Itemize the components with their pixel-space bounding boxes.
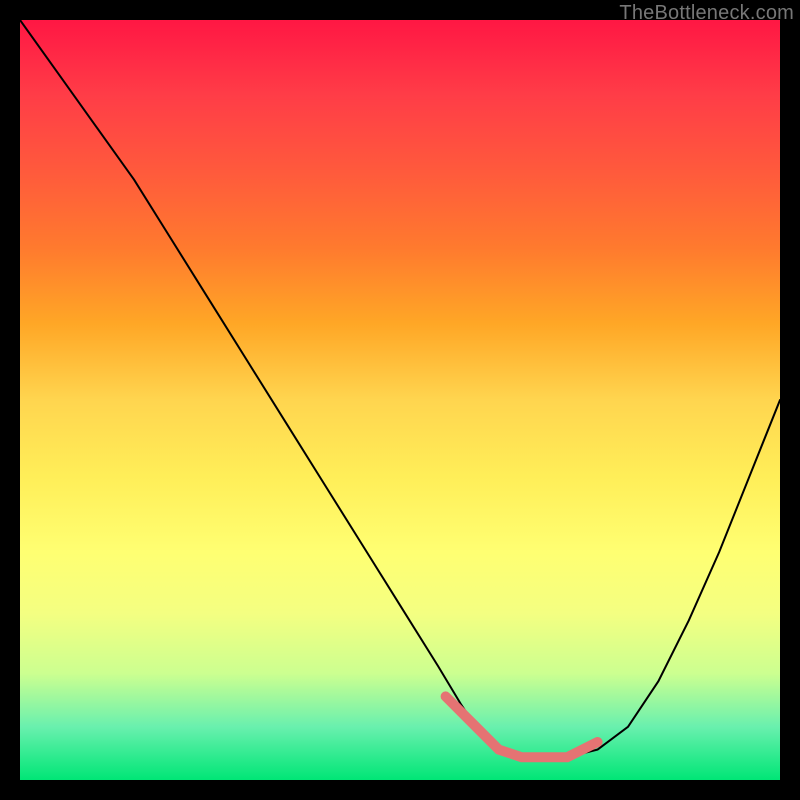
chart-container: TheBottleneck.com	[0, 0, 800, 800]
plot-area	[20, 20, 780, 780]
bottleneck-curve	[20, 20, 780, 757]
optimal-range-marker	[446, 696, 598, 757]
curve-layer	[20, 20, 780, 780]
